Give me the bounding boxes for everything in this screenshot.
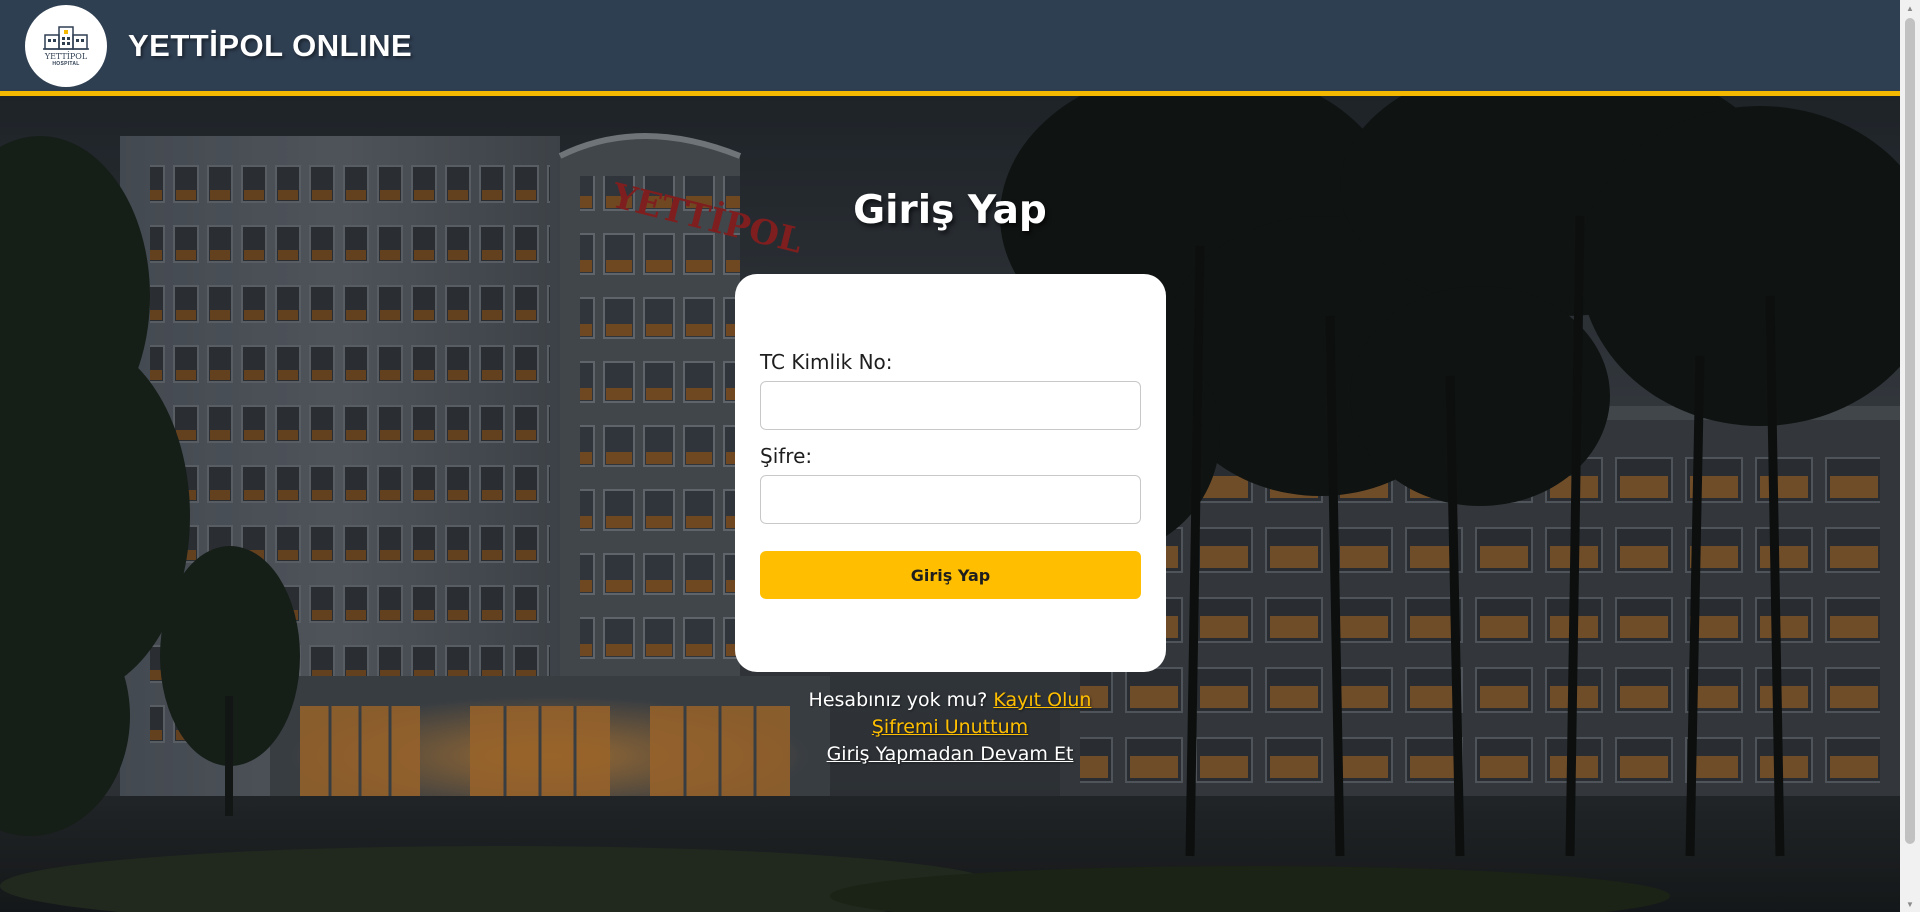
- register-link[interactable]: Kayıt Olun: [993, 689, 1091, 711]
- continue-as-guest-link[interactable]: Giriş Yapmadan Devam Et: [827, 743, 1074, 765]
- forgot-password-link[interactable]: Şifremi Unuttum: [872, 716, 1028, 738]
- page-title: Giriş Yap: [853, 188, 1047, 233]
- top-navbar: YETTİPOL HOSPITAL YETTİPOL ONLINE: [0, 0, 1900, 96]
- scroll-up-arrow-icon[interactable]: ▲: [1900, 0, 1920, 16]
- auth-links: Hesabınız yok mu? Kayıt Olun Şifremi Unu…: [740, 687, 1160, 768]
- site-title[interactable]: YETTİPOL ONLINE: [128, 28, 412, 64]
- login-card: TC Kimlik No: Şifre: Giriş Yap: [735, 274, 1166, 672]
- tc-kimlik-input[interactable]: [760, 381, 1141, 430]
- password-input[interactable]: [760, 475, 1141, 524]
- scrollbar-thumb[interactable]: [1905, 18, 1915, 844]
- hospital-building-icon: [43, 25, 89, 50]
- page-scrollbar[interactable]: ▲ ▼: [1900, 0, 1920, 912]
- password-label: Şifre:: [760, 444, 813, 468]
- logo-name: YETTİPOL: [44, 51, 88, 61]
- logo-subtitle: HOSPITAL: [52, 60, 80, 67]
- register-row: Hesabınız yok mu? Kayıt Olun: [740, 687, 1160, 714]
- login-button[interactable]: Giriş Yap: [760, 551, 1141, 599]
- tc-kimlik-label: TC Kimlik No:: [760, 350, 893, 374]
- hospital-logo[interactable]: YETTİPOL HOSPITAL: [25, 4, 107, 87]
- scroll-down-arrow-icon[interactable]: ▼: [1900, 896, 1920, 912]
- no-account-text: Hesabınız yok mu?: [808, 689, 988, 711]
